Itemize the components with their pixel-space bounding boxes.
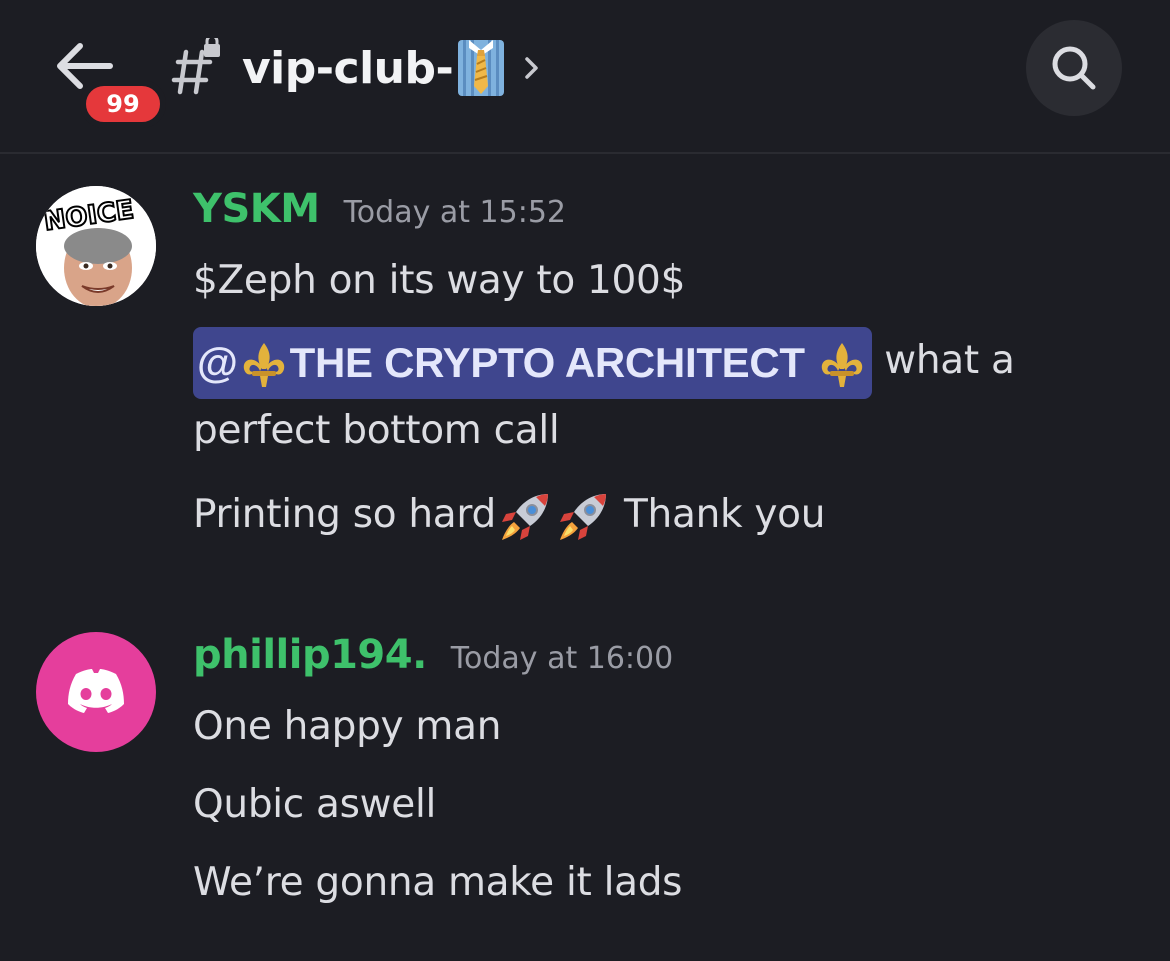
message-text: Qubic aswell xyxy=(193,782,437,827)
message-header: YSKM Today at 15:52 xyxy=(193,186,1130,242)
message-text: One happy man xyxy=(193,704,502,749)
message-text: We’re gonna make it lads xyxy=(193,860,683,905)
discord-channel-screen: 99 vip-club- NOICE YSKM Today at 15:52 $… xyxy=(0,0,1170,961)
message-header: phillip194. Today at 16:00 xyxy=(193,632,1130,688)
locked-channel-hash-icon xyxy=(171,38,220,95)
timestamp: Today at 16:00 xyxy=(450,641,674,676)
rocket-emoji xyxy=(559,493,606,540)
message-text-with-emoji: Printing so hard Thank you xyxy=(193,478,1130,552)
avatar-image: NOICE xyxy=(36,186,156,306)
message-content: YSKM Today at 15:52 $Zeph on its way to … xyxy=(193,186,1130,552)
timestamp: Today at 15:52 xyxy=(343,195,567,230)
channel-name: vip-club- xyxy=(242,42,454,94)
username[interactable]: YSKM xyxy=(193,186,320,232)
channel-header: 99 vip-club- xyxy=(0,0,1170,154)
message-text: Thank you xyxy=(624,492,826,537)
mention-name: THE CRYPTO ARCHITECT xyxy=(289,338,805,386)
avatar[interactable] xyxy=(36,632,156,752)
message-text: perfect bottom call xyxy=(193,408,560,453)
message-text-with-mention: @ THE CRYPTO ARCHITECT what a xyxy=(193,324,1130,399)
mention-at: @ xyxy=(197,338,238,386)
channel-title[interactable]: vip-club- xyxy=(170,30,541,106)
rocket-emoji xyxy=(501,493,548,540)
avatar[interactable]: NOICE xyxy=(36,186,156,306)
fleur-de-lis-icon xyxy=(243,343,284,388)
discord-logo-icon xyxy=(68,669,124,713)
unread-badge: 99 xyxy=(80,80,166,128)
user-mention[interactable]: @ THE CRYPTO ARCHITECT xyxy=(193,326,873,399)
chevron-right-icon xyxy=(525,57,539,79)
message-text: Printing so hard xyxy=(193,492,496,537)
necktie-emoji xyxy=(458,40,505,96)
message-text: what a xyxy=(884,338,1015,383)
message-content: phillip194. Today at 16:00 One happy man… xyxy=(193,632,1130,918)
search-icon xyxy=(1052,46,1096,90)
fleur-de-lis-icon xyxy=(821,343,863,388)
message-text: $Zeph on its way to 100$ xyxy=(193,258,686,303)
username[interactable]: phillip194. xyxy=(193,632,427,678)
search-button[interactable] xyxy=(1026,20,1122,116)
